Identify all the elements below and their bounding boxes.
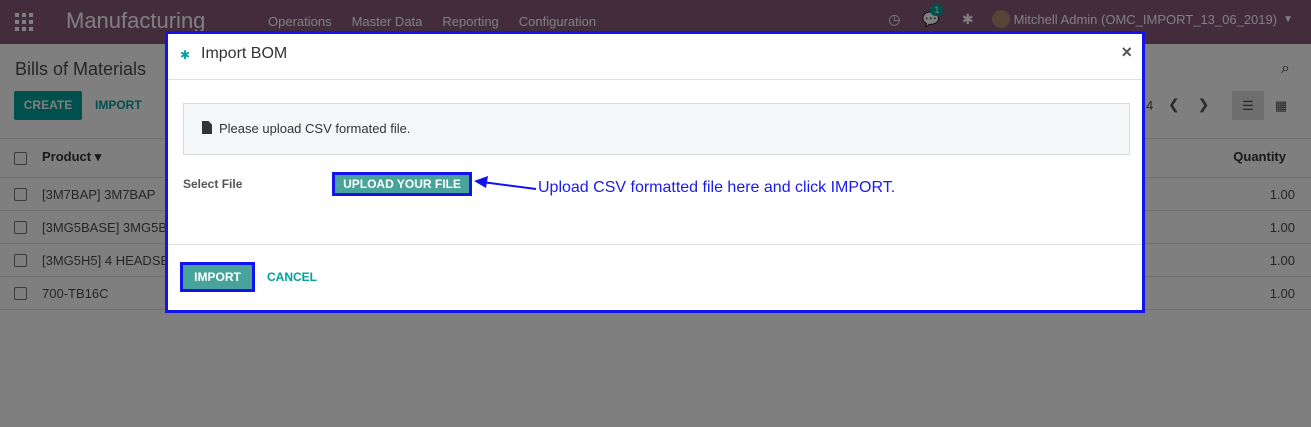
annotation-text: Upload CSV formatted file here and click…	[538, 179, 896, 196]
upload-file-button[interactable]: UPLOAD YOUR FILE	[332, 172, 472, 196]
modal-footer: IMPORT CANCEL	[168, 244, 1142, 310]
import-bom-dialog: ✱ Import BOM × Please upload CSV formate…	[165, 31, 1145, 313]
annotation-arrow-icon	[474, 176, 537, 190]
info-text: Please upload CSV formated file.	[219, 121, 411, 136]
cancel-button[interactable]: CANCEL	[267, 270, 317, 284]
modal-title: Import BOM	[201, 45, 288, 62]
modal-header: ✱ Import BOM ×	[168, 34, 1142, 80]
bug-icon: ✱	[180, 48, 191, 62]
file-icon	[202, 121, 212, 134]
import-submit-button[interactable]: IMPORT	[180, 262, 255, 292]
info-alert: Please upload CSV formated file.	[183, 103, 1130, 155]
select-file-label: Select File	[183, 177, 243, 191]
close-icon[interactable]: ×	[1121, 42, 1132, 63]
